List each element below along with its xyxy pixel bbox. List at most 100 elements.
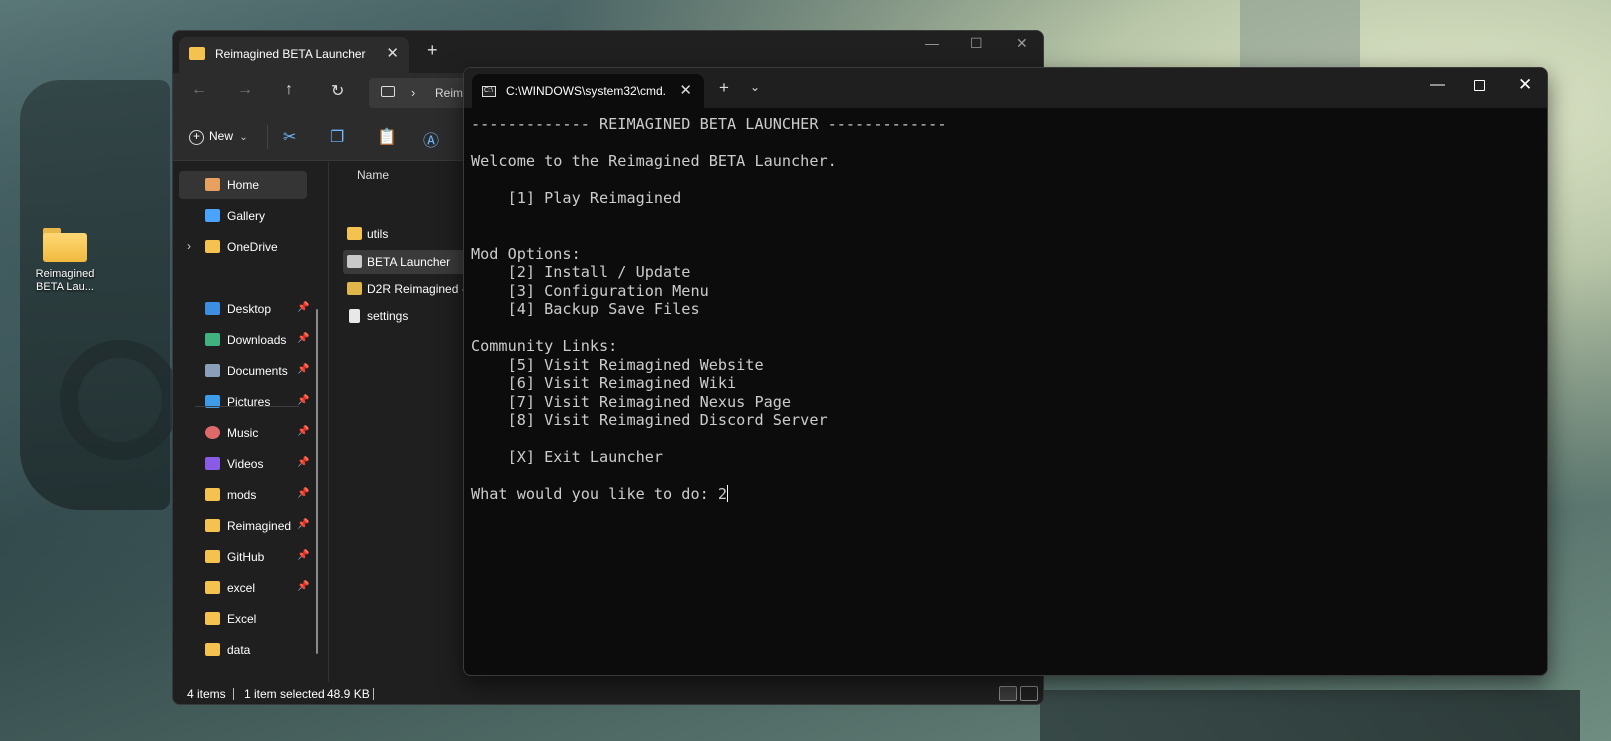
sidebar-item-reimagined[interactable]: Reimagined 📌 [179,512,309,540]
sidebar-item-home[interactable]: Home [179,171,307,199]
selection-size: 48.9 KB [327,687,370,701]
zip-folder-icon [347,282,362,295]
chevron-down-icon[interactable]: ⌄ [750,80,760,94]
maximize-button[interactable]: ☐ [970,35,983,52]
scrollbar[interactable] [316,309,318,654]
new-button-label: New [209,129,234,143]
folder-icon [189,47,205,60]
sidebar-item-videos[interactable]: Videos 📌 [179,450,309,478]
terminal-line-text: [7] Visit Reimagined Nexus Page [471,392,792,411]
sidebar-item-pictures[interactable]: Pictures 📌 [179,388,309,416]
pin-icon[interactable]: 📌 [297,550,309,561]
home-icon [205,178,220,191]
pin-icon[interactable]: 📌 [297,457,309,468]
sidebar-item-label: Downloads [227,333,287,347]
tiles-view-button[interactable] [1020,686,1038,701]
terminal-tab-title: C:\WINDOWS\system32\cmd. [506,84,667,98]
pin-icon[interactable]: 📌 [297,488,309,499]
sidebar-item-label: Documents [227,364,288,378]
rename-icon[interactable]: Ⓐ [423,127,439,151]
chevron-down-icon: ⌄ [239,132,248,143]
terminal-line: [2] Install / Update [471,263,691,281]
paste-icon[interactable]: 📋 [377,127,397,147]
batch-file-icon [347,255,362,268]
terminal-line: [4] Backup Save Files [471,300,700,318]
new-tab-button[interactable]: + [719,78,729,98]
sidebar-item-mods[interactable]: mods 📌 [179,481,309,509]
column-header-name[interactable]: Name [357,168,389,182]
folder-icon [205,612,220,625]
sidebar-item-onedrive[interactable]: › OneDrive [179,233,307,261]
sidebar-item-data[interactable]: data [179,636,307,664]
wallpaper-structure [20,80,170,510]
refresh-icon[interactable]: ↻ [331,81,344,101]
sidebar-item-label: Home [227,178,260,192]
copy-icon[interactable]: ❐ [330,127,344,147]
terminal-line-text: [1] Play Reimagined [471,189,682,207]
pin-icon[interactable]: 📌 [297,519,309,530]
pin-icon[interactable]: 📌 [297,581,309,592]
terminal-line: [8] Visit Reimagined Discord Server [471,411,828,429]
terminal-output[interactable]: ------------- REIMAGINED BETA LAUNCHER -… [471,115,1541,671]
wallpaper-platform [1040,690,1580,741]
cmd-icon: C:\ [482,86,496,97]
up-arrow-icon[interactable]: ↑ [285,81,293,99]
folder-icon [205,519,220,532]
forward-arrow-icon[interactable]: → [237,81,253,99]
sidebar-item-excel[interactable]: excel 📌 [179,574,309,602]
videos-icon [205,457,220,470]
terminal-line-text: [8] Visit Reimagined Discord Server [471,411,828,429]
back-arrow-icon[interactable]: ← [191,81,207,99]
minimize-button[interactable]: — [1430,76,1445,93]
terminal-line: [3] Configuration Menu [471,282,709,300]
text-file-icon [349,309,360,323]
new-tab-button[interactable]: + [427,40,438,61]
desktop-icon-label: Reimagined BETA Lau... [35,268,95,293]
sidebar-item-desktop[interactable]: Desktop 📌 [179,295,309,323]
sidebar-item-downloads[interactable]: Downloads 📌 [179,326,309,354]
maximize-button[interactable] [1474,80,1485,91]
chevron-right-icon[interactable]: › [411,85,415,100]
sidebar-item-music[interactable]: Music 📌 [179,419,309,447]
details-view-button[interactable] [999,686,1017,701]
divider [267,125,268,149]
divider [195,406,299,407]
chevron-right-icon[interactable]: › [187,239,191,253]
plus-icon: + [189,130,204,145]
file-name: utils [367,227,389,241]
sidebar-item-label: Gallery [227,209,266,223]
folder-icon [43,228,87,262]
sidebar-item-excel[interactable]: Excel [179,605,307,633]
cut-icon[interactable]: ✂ [283,127,296,147]
item-count: 4 items [187,687,226,701]
divider [373,688,374,700]
pin-icon[interactable]: 📌 [297,333,309,344]
minimize-button[interactable]: — [925,35,939,51]
close-button[interactable]: ✕ [1518,75,1532,95]
breadcrumb[interactable]: Reim [435,86,463,100]
terminal-line: [6] Visit Reimagined Wiki [471,374,737,392]
pin-icon[interactable]: 📌 [297,426,309,437]
pin-icon[interactable]: 📌 [297,302,309,313]
desktop-folder-reimagined[interactable]: Reimagined BETA Lau... [30,228,100,294]
sidebar-item-label: GitHub [227,550,265,564]
terminal-line-text: [5] Visit Reimagined Website [471,355,764,374]
download-icon [205,333,220,346]
computer-icon [381,86,395,97]
pin-icon[interactable]: 📌 [297,395,309,406]
wallpaper-wheel [60,340,180,460]
close-tab-icon[interactable]: ✕ [679,81,692,99]
wallpaper-tower [1240,0,1360,70]
sidebar-item-documents[interactable]: Documents 📌 [179,357,309,385]
sidebar-item-github[interactable]: GitHub 📌 [179,543,309,571]
explorer-tab[interactable]: Reimagined BETA Launcher ✕ [179,37,409,73]
pin-icon[interactable]: 📌 [297,364,309,375]
terminal-line: [7] Visit Reimagined Nexus Page [471,393,791,411]
sidebar-item-gallery[interactable]: Gallery [179,202,307,230]
new-button[interactable]: + New ⌄ [189,129,248,145]
close-button[interactable]: ✕ [1016,35,1028,52]
sidebar-item-label: mods [227,488,257,502]
terminal-tab[interactable]: C:\ C:\WINDOWS\system32\cmd. ✕ [472,74,704,108]
close-tab-icon[interactable]: ✕ [386,44,399,62]
folder-icon [205,240,220,253]
